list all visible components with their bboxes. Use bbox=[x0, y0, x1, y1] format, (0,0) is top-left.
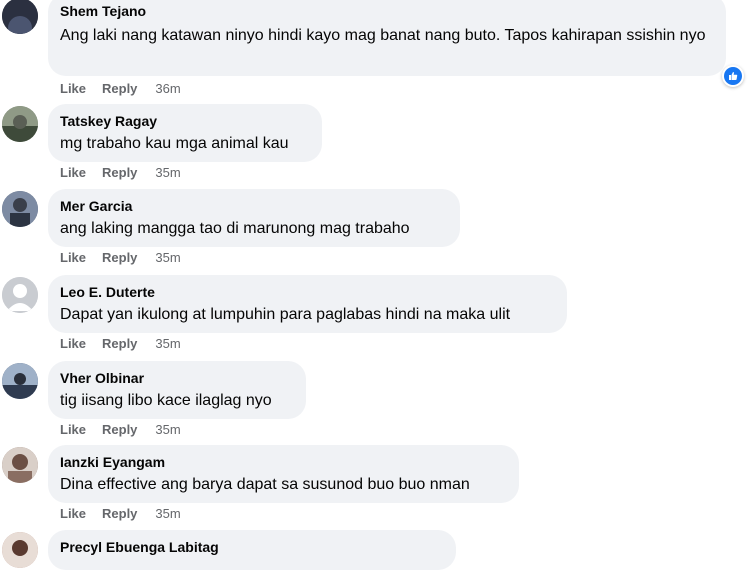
comment-actions: Like Reply 35m bbox=[60, 506, 181, 522]
comment-timestamp[interactable]: 35m bbox=[155, 165, 180, 181]
comment-bubble: Leo E. Duterte Dapat yan ikulong at lump… bbox=[48, 275, 567, 333]
comment-actions: Like Reply 35m bbox=[60, 336, 181, 352]
comment-text: ang laking mangga tao di marunong mag tr… bbox=[60, 220, 410, 237]
reply-button[interactable]: Reply bbox=[102, 422, 137, 438]
reply-button[interactable]: Reply bbox=[102, 81, 137, 97]
reaction-badge[interactable] bbox=[722, 65, 744, 87]
comment-bubble: Shem Tejano Ang laki nang katawan ninyo … bbox=[48, 0, 726, 76]
comment-timestamp[interactable]: 35m bbox=[155, 336, 180, 352]
like-thumb-icon bbox=[724, 67, 742, 85]
commenter-name[interactable]: Precyl Ebuenga Labitag bbox=[60, 538, 444, 556]
reply-button[interactable]: Reply bbox=[102, 165, 137, 181]
comment-bubble: Precyl Ebuenga Labitag bbox=[48, 530, 456, 570]
comment-timestamp[interactable]: 36m bbox=[155, 81, 180, 97]
comment-actions: Like Reply 35m bbox=[60, 165, 181, 181]
like-button[interactable]: Like bbox=[60, 81, 86, 97]
like-button[interactable]: Like bbox=[60, 250, 86, 266]
comment-actions: Like Reply 35m bbox=[60, 250, 181, 266]
reply-button[interactable]: Reply bbox=[102, 336, 137, 352]
comment-text: Dapat yan ikulong at lumpuhin para pagla… bbox=[60, 306, 511, 323]
comment-bubble: Vher Olbinar tig iisang libo kace ilagla… bbox=[48, 361, 306, 419]
avatar[interactable] bbox=[2, 532, 38, 568]
like-button[interactable]: Like bbox=[60, 422, 86, 438]
commenter-name[interactable]: Tatskey Ragay bbox=[60, 112, 310, 130]
comment-text: Dina effective ang barya dapat sa susuno… bbox=[60, 476, 470, 493]
comment-bubble: Tatskey Ragay mg trabaho kau mga animal … bbox=[48, 104, 322, 162]
reply-button[interactable]: Reply bbox=[102, 250, 137, 266]
comment-text: tig iisang libo kace ilaglag nyo bbox=[60, 392, 272, 409]
avatar[interactable] bbox=[2, 0, 38, 34]
reply-button[interactable]: Reply bbox=[102, 506, 137, 522]
avatar[interactable] bbox=[2, 363, 38, 399]
comment-timestamp[interactable]: 35m bbox=[155, 422, 180, 438]
commenter-name[interactable]: Shem Tejano bbox=[60, 2, 714, 20]
commenter-name[interactable]: Mer Garcia bbox=[60, 197, 448, 215]
comment-bubble: Ianzki Eyangam Dina effective ang barya … bbox=[48, 445, 519, 503]
comment-bubble: Mer Garcia ang laking mangga tao di maru… bbox=[48, 189, 460, 247]
commenter-name[interactable]: Ianzki Eyangam bbox=[60, 453, 507, 471]
comment-text: Ang laki nang katawan ninyo hindi kayo m… bbox=[60, 27, 706, 44]
like-button[interactable]: Like bbox=[60, 506, 86, 522]
avatar[interactable] bbox=[2, 106, 38, 142]
comment-actions: Like Reply 36m bbox=[60, 81, 181, 97]
like-button[interactable]: Like bbox=[60, 336, 86, 352]
like-button[interactable]: Like bbox=[60, 165, 86, 181]
avatar[interactable] bbox=[2, 277, 38, 313]
avatar[interactable] bbox=[2, 191, 38, 227]
comment-actions: Like Reply 35m bbox=[60, 422, 181, 438]
comment-timestamp[interactable]: 35m bbox=[155, 250, 180, 266]
avatar[interactable] bbox=[2, 447, 38, 483]
commenter-name[interactable]: Leo E. Duterte bbox=[60, 283, 555, 301]
comment-text: mg trabaho kau mga animal kau bbox=[60, 135, 289, 152]
commenter-name[interactable]: Vher Olbinar bbox=[60, 369, 294, 387]
comment-timestamp[interactable]: 35m bbox=[155, 506, 180, 522]
